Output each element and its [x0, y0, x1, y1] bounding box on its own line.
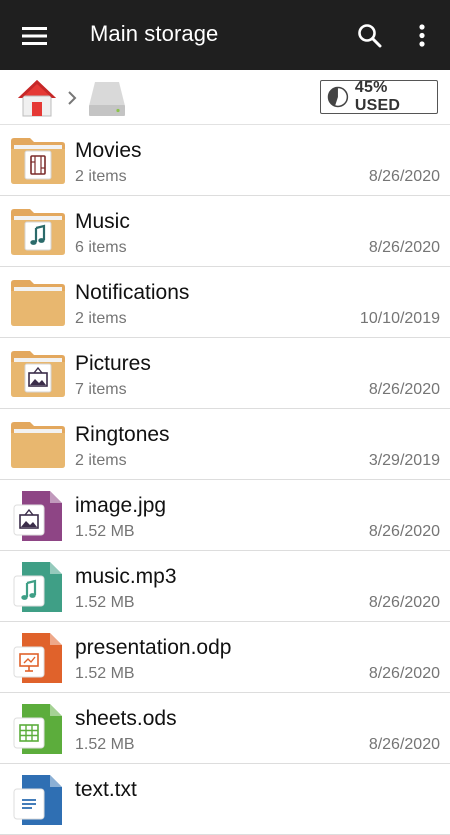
item-icon [10, 703, 66, 755]
item-meta: 2 items [75, 168, 127, 185]
item-meta: 1.52 MB [75, 594, 135, 611]
breadcrumb-drive[interactable] [85, 78, 129, 120]
menu-button[interactable] [15, 16, 55, 56]
file-list: Movies 2 items 8/26/2020 Music 6 items 8… [0, 125, 450, 835]
storage-usage-badge[interactable]: 45% USED [320, 79, 438, 114]
item-icon [10, 632, 66, 684]
item-name: Pictures [75, 352, 151, 375]
text-lines-icon [13, 788, 45, 820]
item-meta: 1.52 MB [75, 736, 135, 753]
item-date: 8/26/2020 [368, 594, 440, 611]
item-icon [10, 419, 66, 471]
folder-row[interactable]: Pictures 7 items 8/26/2020 [0, 338, 450, 409]
breadcrumb: 45% USED [0, 70, 450, 125]
folder-icon [11, 351, 65, 397]
file-row[interactable]: music.mp3 1.52 MB 8/26/2020 [0, 551, 450, 622]
item-date: 8/26/2020 [368, 239, 440, 256]
file-row[interactable]: sheets.ods 1.52 MB 8/26/2020 [0, 693, 450, 764]
item-date: 10/10/2019 [359, 310, 440, 327]
picture-icon [24, 363, 52, 393]
folder-row[interactable]: Notifications 2 items 10/10/2019 [0, 267, 450, 338]
presentation-icon [13, 646, 45, 678]
item-icon [10, 206, 66, 258]
folder-icon [11, 422, 65, 468]
file-icon [13, 633, 62, 683]
folder-row[interactable]: Music 6 items 8/26/2020 [0, 196, 450, 267]
folder-row[interactable]: Movies 2 items 8/26/2020 [0, 125, 450, 196]
item-date: 8/26/2020 [368, 381, 440, 398]
file-icon [13, 491, 62, 541]
search-button[interactable] [350, 16, 390, 56]
item-date: 8/26/2020 [368, 523, 440, 540]
item-meta: 2 items [75, 452, 127, 469]
hamburger-menu-icon [22, 27, 47, 45]
item-icon [10, 490, 66, 542]
spreadsheet-icon [13, 717, 45, 749]
item-meta: 2 items [75, 310, 127, 327]
item-date: 8/26/2020 [368, 168, 440, 185]
app-bar: Main storage [0, 0, 450, 70]
item-name: Ringtones [75, 423, 170, 446]
item-icon [10, 348, 66, 400]
item-icon [10, 774, 66, 826]
breadcrumb-separator [64, 88, 80, 108]
chevron-right-icon [68, 91, 77, 105]
file-row[interactable]: image.jpg 1.52 MB 8/26/2020 [0, 480, 450, 551]
item-icon [10, 135, 66, 187]
music-note-icon [13, 575, 45, 607]
item-icon [10, 277, 66, 329]
item-name: text.txt [75, 778, 137, 801]
film-icon [24, 150, 52, 180]
pie-chart-icon [327, 86, 349, 108]
drive-icon [89, 82, 125, 116]
item-meta: 7 items [75, 381, 127, 398]
item-date: 3/29/2019 [368, 452, 440, 469]
item-meta: 1.52 MB [75, 665, 135, 682]
breadcrumb-home[interactable] [15, 77, 59, 119]
file-row[interactable]: presentation.odp 1.52 MB 8/26/2020 [0, 622, 450, 693]
search-icon [358, 24, 382, 48]
item-name: Movies [75, 139, 142, 162]
item-name: presentation.odp [75, 636, 232, 659]
item-name: image.jpg [75, 494, 167, 517]
folder-icon [11, 209, 65, 255]
item-meta: 6 items [75, 239, 127, 256]
more-options-button[interactable] [402, 16, 442, 56]
home-icon [18, 80, 56, 117]
item-name: music.mp3 [75, 565, 177, 588]
folder-row[interactable]: Ringtones 2 items 3/29/2019 [0, 409, 450, 480]
page-title: Main storage [90, 21, 219, 46]
file-icon [13, 775, 62, 825]
picture-icon [13, 504, 45, 536]
usage-label: 45% USED [354, 79, 401, 114]
item-date: 8/26/2020 [368, 665, 440, 682]
folder-icon [11, 138, 65, 184]
file-icon [13, 562, 62, 612]
item-name: sheets.ods [75, 707, 177, 730]
item-meta: 1.52 MB [75, 523, 135, 540]
item-date: 8/26/2020 [368, 736, 440, 753]
item-name: Music [75, 210, 130, 233]
folder-icon [11, 280, 65, 326]
item-icon [10, 561, 66, 613]
file-icon [13, 704, 62, 754]
music-note-icon [24, 221, 52, 251]
item-name: Notifications [75, 281, 190, 304]
more-vertical-icon [419, 24, 425, 47]
